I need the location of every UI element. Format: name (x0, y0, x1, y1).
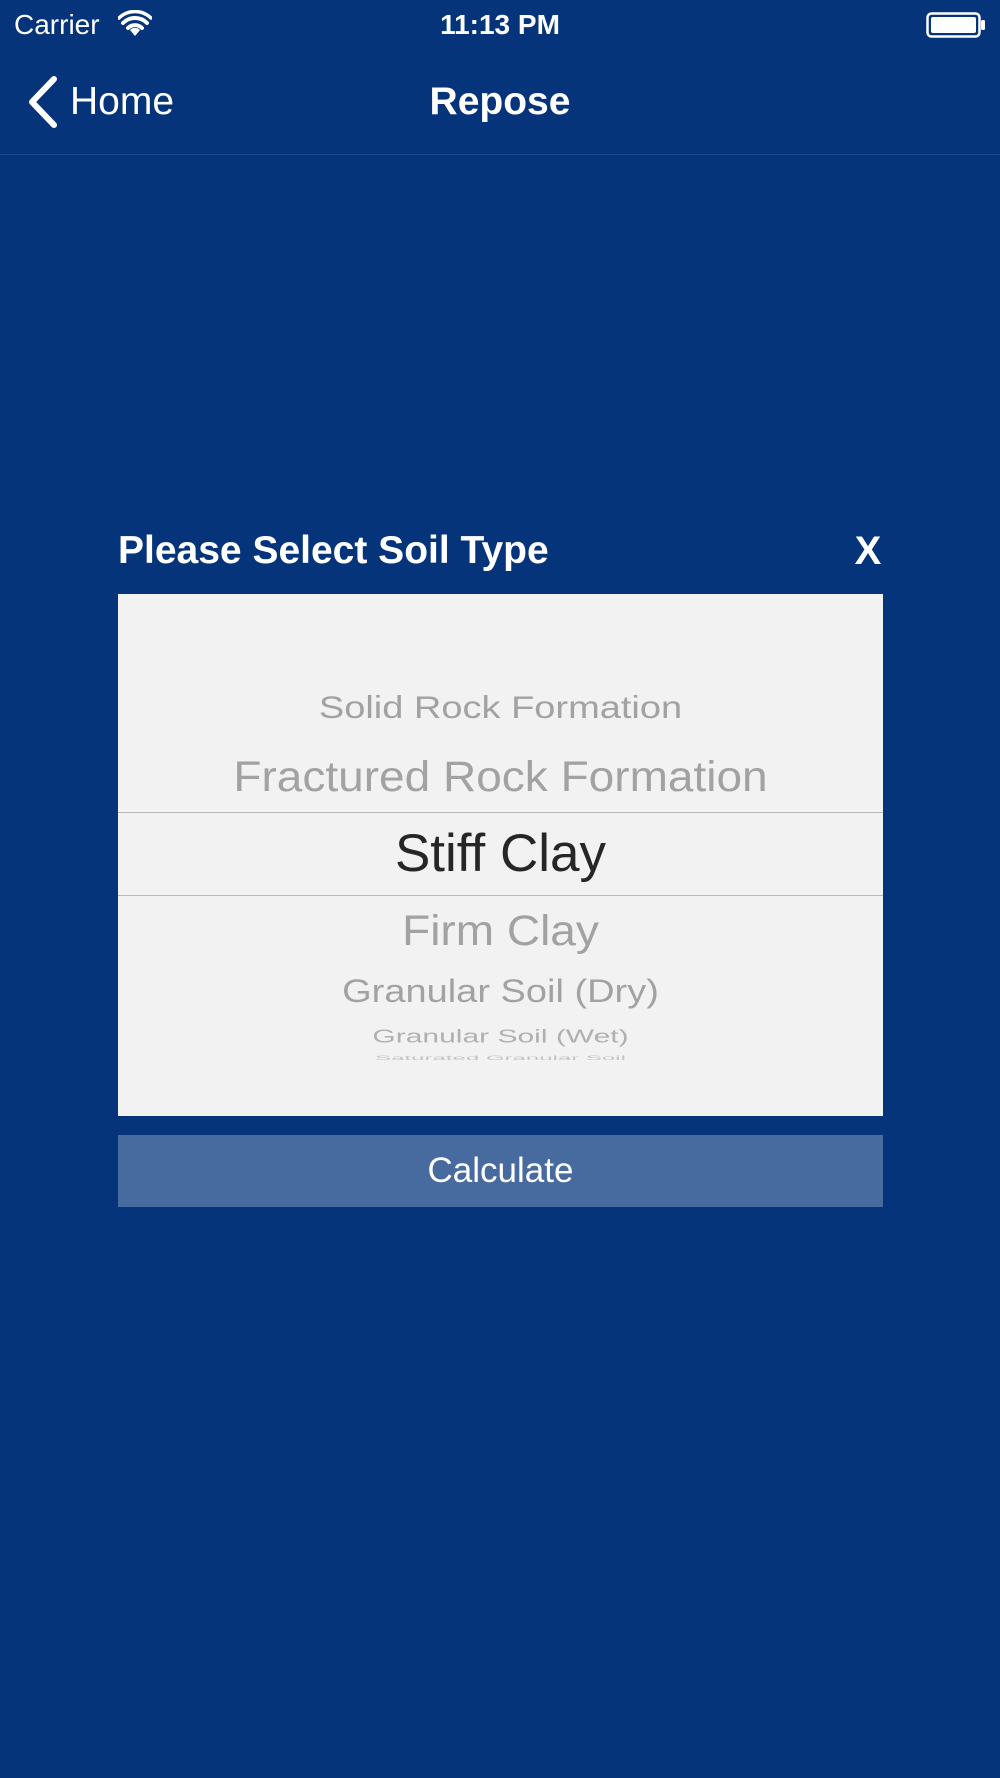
status-time: 11:13 PM (440, 9, 560, 40)
navigation-bar: Home Repose (0, 50, 1000, 155)
page-title: Repose (429, 80, 571, 123)
picker-item-selected[interactable]: Stiff Clay (118, 824, 883, 884)
battery-icon (926, 12, 985, 38)
picker-item[interactable]: Granular Soil (Wet) (118, 1026, 883, 1047)
soil-type-picker[interactable]: Solid Rock Formation Fractured Rock Form… (118, 594, 883, 1116)
picker-item[interactable]: Granular Soil (Dry) (118, 973, 883, 1010)
dialog-title: Please Select Soil Type (118, 529, 549, 572)
calculate-button[interactable]: Calculate (118, 1135, 883, 1207)
picker-item[interactable]: Solid Rock Formation (118, 690, 883, 726)
close-button[interactable]: X (850, 525, 886, 577)
picker-item[interactable]: Firm Clay (118, 906, 883, 954)
status-bar: Carrier 11:13 PM (0, 0, 1000, 50)
picker-item[interactable]: Fractured Rock Formation (118, 752, 883, 800)
picker-item[interactable]: Saturated Granular Soil (118, 1054, 883, 1061)
screen: Carrier 11:13 PM Home Repose Please Sele… (0, 0, 1000, 1778)
